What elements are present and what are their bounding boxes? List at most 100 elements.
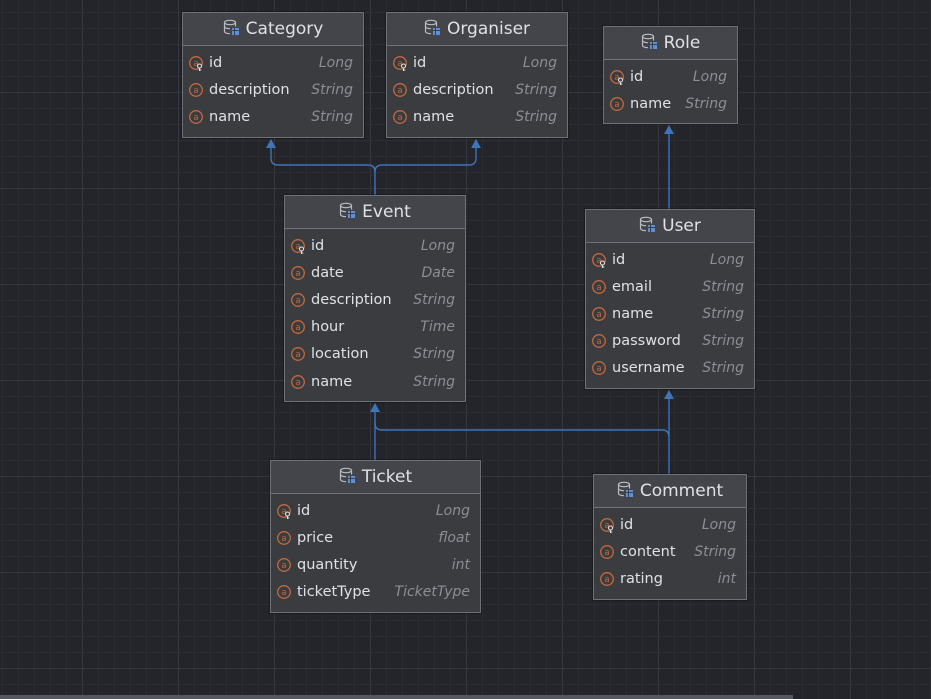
field-row[interactable]: a quantity int [271, 551, 480, 578]
field-name: name [612, 305, 654, 322]
field-icon: a [599, 571, 620, 587]
field-type: String [702, 360, 744, 377]
field-name: id [209, 54, 223, 71]
field-type: String [515, 108, 557, 125]
field-type: float [438, 529, 470, 546]
entity-ticket[interactable]: Ticket a id Long a price float a quantity int a tic… [270, 460, 481, 613]
horizontal-scrollbar[interactable] [0, 695, 793, 699]
entity-title: User [662, 216, 701, 236]
field-row[interactable]: a name String [586, 300, 754, 327]
field-row[interactable]: a price float [271, 524, 480, 551]
database-table-icon [617, 481, 634, 502]
entity-title: Comment [639, 481, 724, 501]
entity-header[interactable]: Comment [594, 475, 746, 508]
svg-text:a: a [295, 350, 300, 360]
entity-user[interactable]: User a id Long a email String a name String a passw… [585, 209, 755, 389]
field-row[interactable]: a password String [586, 328, 754, 355]
field-name: id [612, 251, 626, 268]
field-row[interactable]: a id Long [586, 246, 754, 273]
svg-text:a: a [281, 588, 286, 598]
field-type: String [413, 291, 455, 308]
field-icon: a [290, 374, 311, 390]
field-row[interactable]: a id Long [285, 232, 465, 259]
field-row[interactable]: a id Long [183, 49, 363, 76]
field-list: a id Long a name String [604, 60, 737, 117]
field-row[interactable]: a ticketType TicketType [271, 579, 480, 606]
field-row[interactable]: a id Long [604, 63, 737, 90]
entity-comment[interactable]: Comment a id Long a content String a rating int [593, 474, 747, 600]
field-icon: a [290, 265, 311, 281]
entity-header[interactable]: User [586, 210, 754, 243]
field-icon: a [290, 292, 311, 308]
field-type: String [311, 108, 353, 125]
field-row[interactable]: a name String [285, 368, 465, 395]
field-type: int [451, 556, 470, 573]
field-icon: a [276, 530, 297, 546]
database-table-icon [223, 19, 240, 40]
field-row[interactable]: a hour Time [285, 314, 465, 341]
arrowhead-role [664, 125, 674, 134]
field-row[interactable]: a name String [387, 103, 567, 130]
field-name: date [311, 264, 344, 281]
field-row[interactable]: a rating int [594, 565, 746, 592]
field-type: String [685, 95, 727, 112]
field-row[interactable]: a date Date [285, 259, 465, 286]
field-name: description [209, 81, 290, 98]
field-type: int [717, 570, 736, 587]
field-list: a id Long a date Date a description String a hour T… [285, 229, 465, 395]
field-name: description [413, 81, 494, 98]
entity-header[interactable]: Role [604, 27, 737, 60]
field-type: String [413, 373, 455, 390]
svg-text:a: a [596, 310, 601, 320]
entity-event[interactable]: Event a id Long a date Date a description String a… [284, 195, 466, 402]
field-list: a id Long a description String a name String [183, 46, 363, 131]
svg-text:a: a [614, 100, 619, 110]
field-name: name [630, 95, 672, 112]
field-type: String [702, 333, 744, 350]
relation-event-category [270, 140, 376, 195]
entity-role[interactable]: Role a id Long a name String [603, 26, 738, 124]
svg-text:a: a [193, 86, 198, 96]
svg-text:a: a [596, 337, 601, 347]
field-type: Long [709, 251, 744, 268]
primary-key-field-icon: a [276, 503, 297, 519]
field-row[interactable]: a username String [586, 355, 754, 382]
field-name: price [297, 529, 334, 546]
entity-header[interactable]: Organiser [387, 13, 567, 46]
field-row[interactable]: a id Long [271, 497, 480, 524]
svg-text:a: a [604, 548, 609, 558]
field-type: Long [701, 516, 736, 533]
field-icon: a [276, 584, 297, 600]
field-name: quantity [297, 556, 358, 573]
field-row[interactable]: a description String [183, 76, 363, 103]
field-icon: a [392, 82, 413, 98]
entity-organiser[interactable]: Organiser a id Long a description String a name S… [386, 12, 568, 138]
svg-text:a: a [397, 86, 402, 96]
primary-key-field-icon: a [609, 69, 630, 85]
field-row[interactable]: a location String [285, 341, 465, 368]
entity-title: Category [245, 19, 324, 39]
field-row[interactable]: a id Long [594, 511, 746, 538]
field-row[interactable]: a id Long [387, 49, 567, 76]
entity-title: Organiser [446, 19, 531, 39]
entity-category[interactable]: Category a id Long a description String a name St… [182, 12, 364, 138]
svg-text:a: a [604, 575, 609, 585]
field-row[interactable]: a name String [183, 103, 363, 130]
entity-header[interactable]: Event [285, 196, 465, 229]
primary-key-field-icon: a [392, 55, 413, 71]
field-type: Long [692, 68, 727, 85]
entity-header[interactable]: Ticket [271, 461, 480, 494]
field-row[interactable]: a description String [285, 286, 465, 313]
field-row[interactable]: a email String [586, 273, 754, 300]
diagram-canvas[interactable]: Category a id Long a description String a name St… [0, 0, 931, 699]
svg-text:a: a [281, 561, 286, 571]
field-name: id [620, 516, 634, 533]
field-row[interactable]: a name String [604, 90, 737, 117]
primary-key-field-icon: a [591, 252, 612, 268]
primary-key-field-icon: a [599, 517, 620, 533]
svg-text:a: a [596, 364, 601, 374]
entity-header[interactable]: Category [183, 13, 363, 46]
field-name: password [612, 333, 681, 350]
field-row[interactable]: a content String [594, 538, 746, 565]
field-row[interactable]: a description String [387, 76, 567, 103]
